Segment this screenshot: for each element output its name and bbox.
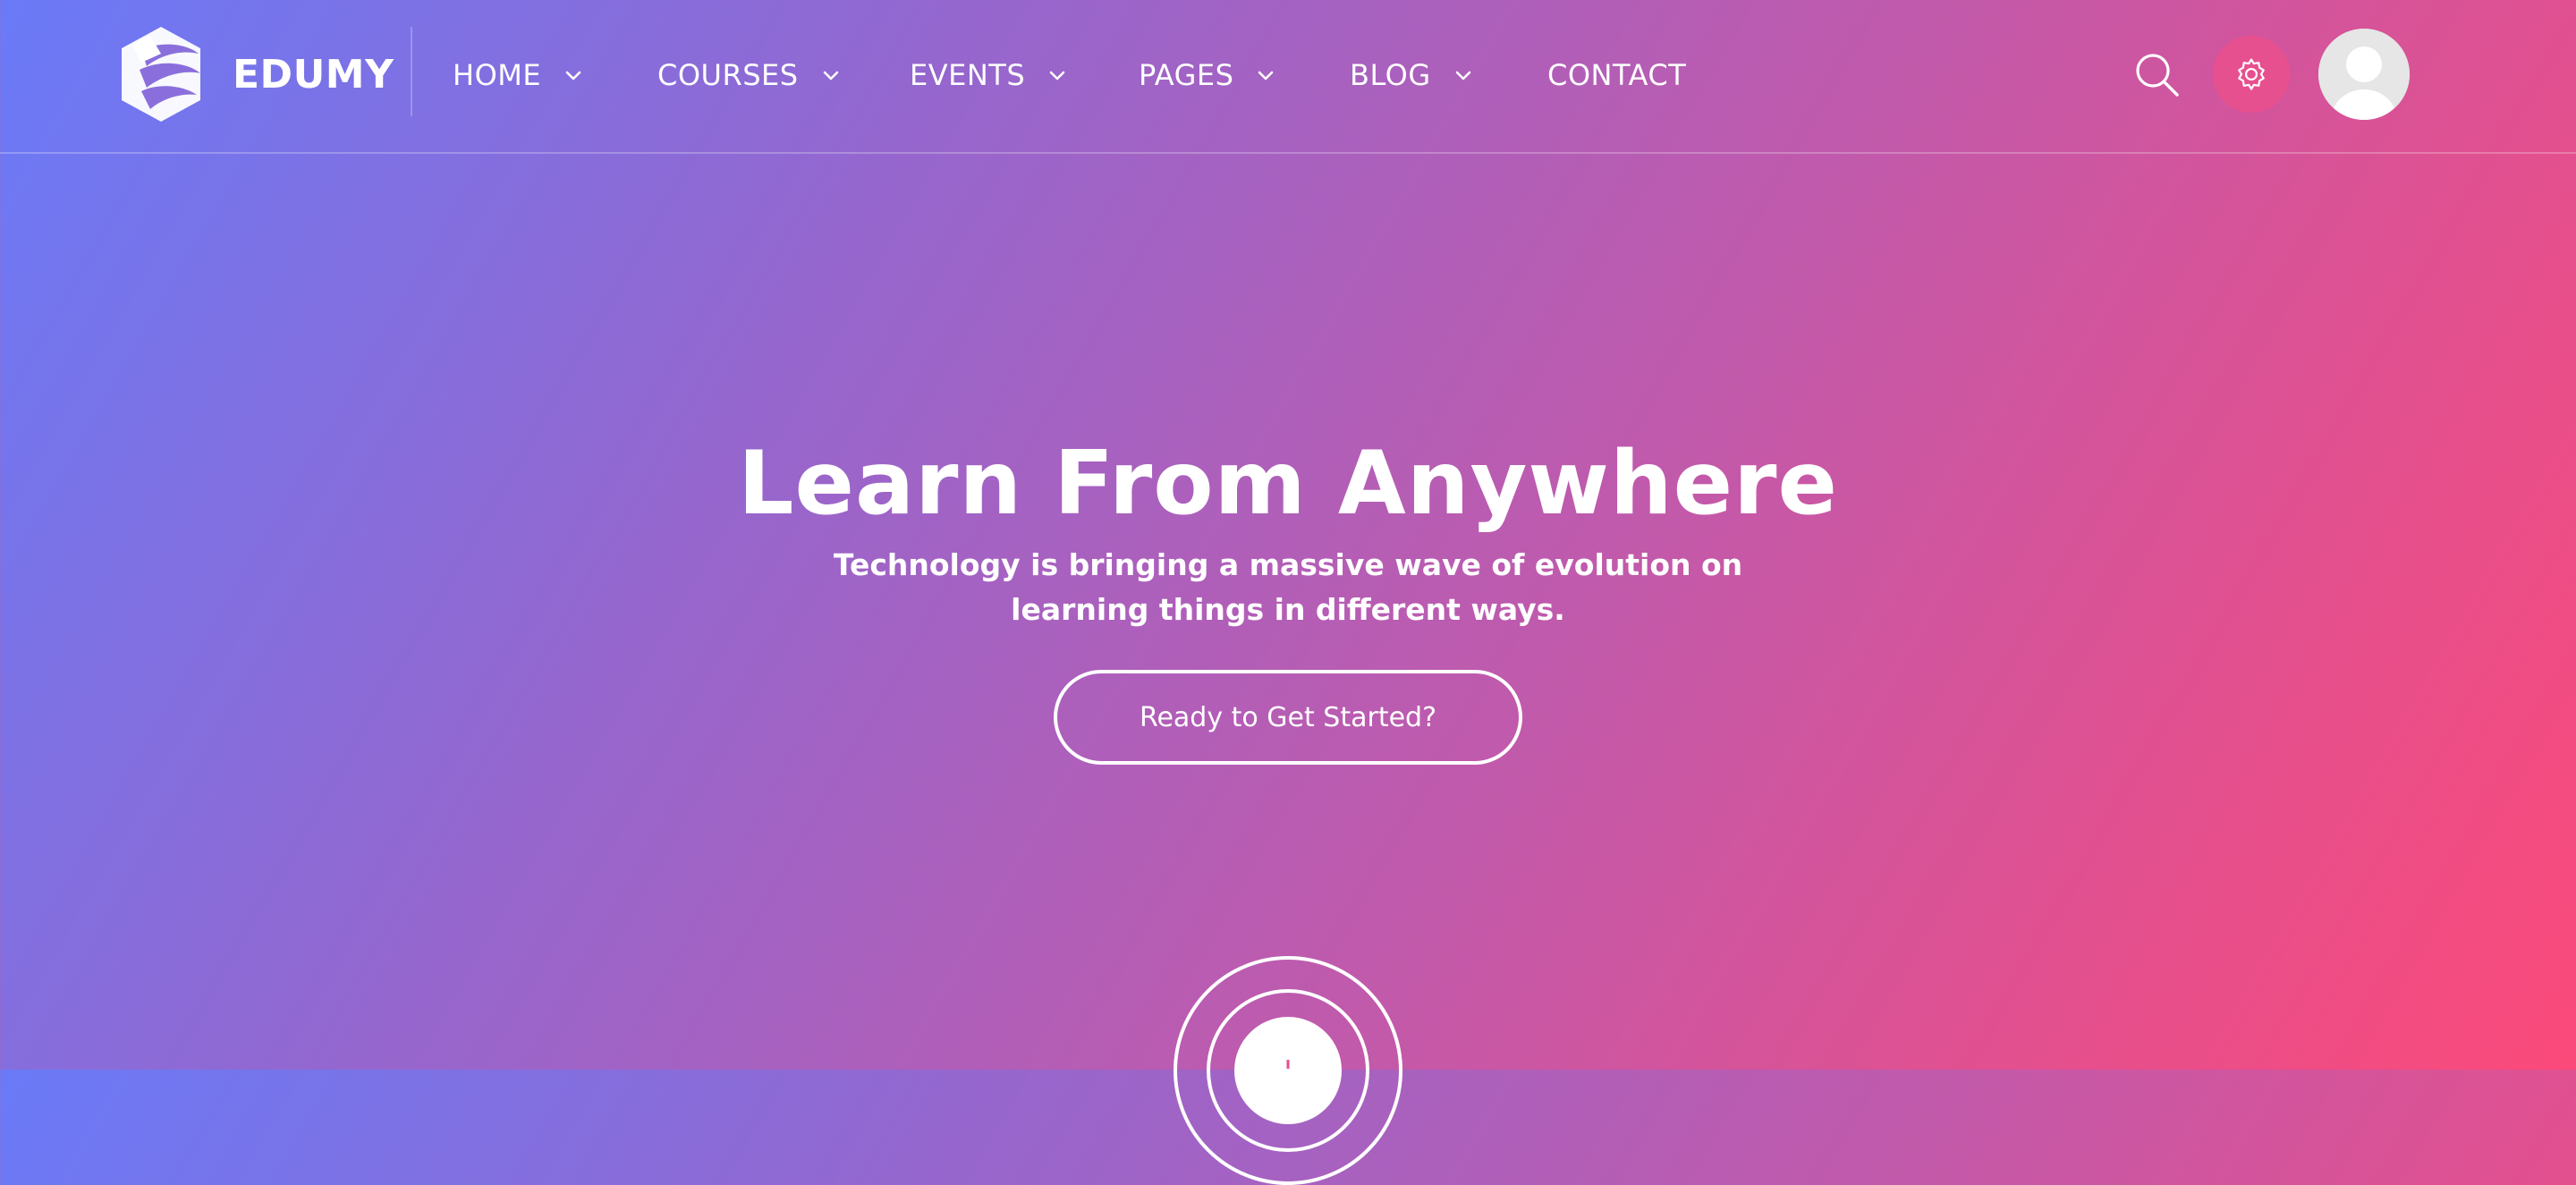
gear-icon xyxy=(2238,58,2265,90)
nav-item-blog[interactable]: BLOG xyxy=(1350,52,1474,98)
nav-item-contact[interactable]: CONTACT xyxy=(1547,52,1686,98)
user-avatar-icon xyxy=(2318,29,2410,120)
nav-item-label: CONTACT xyxy=(1547,58,1687,92)
play-video-button[interactable] xyxy=(1174,956,1402,1185)
search-button[interactable] xyxy=(2131,48,2184,102)
nav-item-pages[interactable]: PAGES xyxy=(1139,52,1276,98)
header-divider xyxy=(411,27,412,116)
chevron-down-icon xyxy=(820,64,842,86)
play-circle-icon xyxy=(1174,956,1402,1185)
nav-item-label: PAGES xyxy=(1139,58,1234,92)
chevron-down-icon xyxy=(1453,64,1474,86)
edumy-logo-icon[interactable] xyxy=(114,23,208,125)
nav-item-label: COURSES xyxy=(657,58,799,92)
nav-item-events[interactable]: EVENTS xyxy=(910,52,1068,98)
brand-name[interactable]: EDUMY xyxy=(233,47,394,104)
chevron-down-icon xyxy=(563,64,584,86)
site-header: EDUMY HOME COURSES EVENTS PAGES BLOG CON… xyxy=(0,0,2576,154)
hero-subtitle: Technology is bringing a massive wave of… xyxy=(833,547,1743,627)
search-icon xyxy=(2136,54,2179,97)
hero-title: Learn From Anywhere xyxy=(738,432,1838,535)
chevron-down-icon xyxy=(1255,64,1276,86)
nav-item-courses[interactable]: COURSES xyxy=(657,52,842,98)
nav-item-label: BLOG xyxy=(1350,58,1431,92)
nav-item-home[interactable]: HOME xyxy=(453,52,584,98)
nav-item-label: EVENTS xyxy=(910,58,1026,92)
get-started-button[interactable]: Ready to Get Started? xyxy=(1054,670,1522,765)
settings-button[interactable] xyxy=(2213,36,2290,113)
user-avatar[interactable] xyxy=(2318,29,2410,120)
chevron-down-icon xyxy=(1046,64,1068,86)
nav-item-label: HOME xyxy=(453,58,542,92)
